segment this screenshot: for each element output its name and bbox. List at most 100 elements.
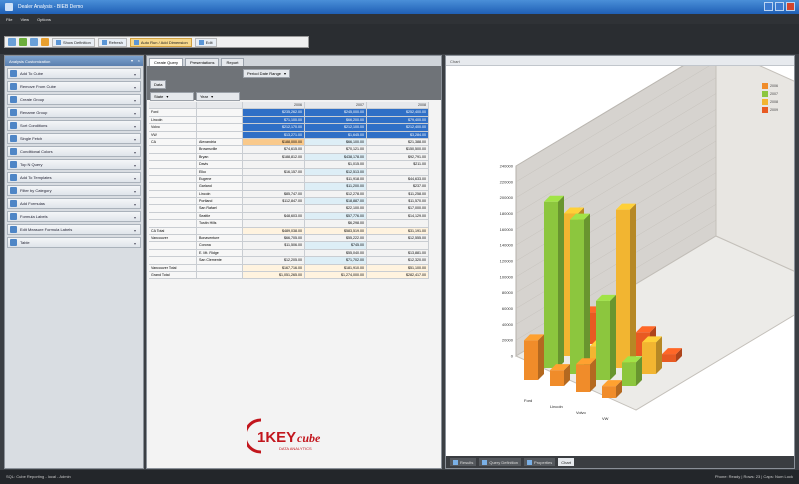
row-subheader[interactable]: Garland <box>197 183 243 191</box>
table-cell[interactable]: $71,100.00 <box>243 116 305 125</box>
table-cell[interactable]: $1,015.00 <box>305 161 367 169</box>
table-cell[interactable]: $21,388.00 <box>367 138 429 147</box>
column-header[interactable]: 2007 <box>305 102 367 110</box>
expand-icon[interactable]: ▾ <box>134 150 136 155</box>
table-cell[interactable]: $3,284.00 <box>367 131 429 139</box>
add-dimension-button[interactable]: Auto Run / Add Dimension <box>129 37 192 47</box>
table-cell[interactable]: $11,200.00 <box>305 183 367 191</box>
row-header[interactable] <box>149 190 197 199</box>
sidebar-item[interactable]: Top N Query ▾ <box>7 159 141 170</box>
edit-button[interactable]: Edit <box>194 37 217 47</box>
sidebar-item[interactable]: Sort Conditions ▾ <box>7 120 141 131</box>
table-cell[interactable]: $188,000.00 <box>243 138 305 147</box>
table-cell[interactable]: $11,918.00 <box>305 175 367 184</box>
expand-icon[interactable]: ▾ <box>134 176 136 181</box>
sidebar-item[interactable]: Single Fetch ▾ <box>7 133 141 144</box>
expand-icon[interactable]: ▾ <box>134 111 136 116</box>
expand-icon[interactable]: ▾ <box>134 228 136 233</box>
year-filter[interactable]: Year ▾ <box>196 92 240 101</box>
row-header[interactable] <box>149 153 197 162</box>
row-header[interactable]: Volvo <box>149 124 197 132</box>
tab-chart[interactable]: Chart <box>558 458 575 466</box>
row-header[interactable]: Grand Total <box>149 271 197 280</box>
table-cell[interactable]: $22,100.00 <box>305 205 367 213</box>
row-subheader[interactable]: Tustin Hills <box>197 220 243 228</box>
new-icon[interactable] <box>8 38 16 46</box>
sidebar-item[interactable]: Create Group ▾ <box>7 94 141 105</box>
row-subheader[interactable]: Seattle <box>197 212 243 221</box>
table-cell[interactable] <box>243 161 305 169</box>
row-header[interactable] <box>149 212 197 221</box>
row-header[interactable] <box>149 183 197 191</box>
row-header[interactable] <box>149 161 197 169</box>
maximize-button[interactable] <box>775 2 784 11</box>
table-cell[interactable]: $85,747.00 <box>243 190 305 199</box>
row-subheader[interactable] <box>197 264 243 272</box>
sidebar-item[interactable]: Rename Group ▾ <box>7 107 141 118</box>
sidebar-item[interactable]: Remove From Cube ▾ <box>7 81 141 92</box>
table-cell[interactable]: $14,129.00 <box>367 212 429 221</box>
table-cell[interactable]: $11,506.00 <box>243 242 305 250</box>
row-header[interactable] <box>149 146 197 154</box>
table-cell[interactable]: $66,200.00 <box>305 116 367 125</box>
row-header[interactable]: VW <box>149 131 197 139</box>
table-cell[interactable]: $212,400.00 <box>367 124 429 132</box>
row-subheader[interactable] <box>197 124 243 132</box>
row-subheader[interactable]: Brownsville <box>197 146 243 154</box>
close-icon[interactable]: × <box>138 58 140 63</box>
table-cell[interactable] <box>243 205 305 213</box>
tab-create-query[interactable]: Create Query <box>149 58 184 66</box>
table-cell[interactable]: $12,278.00 <box>305 190 367 199</box>
table-cell[interactable]: $150,500.00 <box>367 146 429 154</box>
table-cell[interactable]: $1,274,000.00 <box>305 271 367 280</box>
table-cell[interactable]: $282,417.00 <box>367 271 429 280</box>
table-cell[interactable]: $212,170.00 <box>243 124 305 132</box>
table-cell[interactable]: $12,513.00 <box>305 168 367 176</box>
sidebar-item[interactable]: Edit Measure Formula Labels ▾ <box>7 224 141 235</box>
table-cell[interactable]: $167,716.00 <box>243 264 305 272</box>
sidebar-item[interactable]: Conditional Colors ▾ <box>7 146 141 157</box>
table-cell[interactable]: $12,205.00 <box>243 257 305 265</box>
row-header[interactable]: Lincoln <box>149 116 197 125</box>
row-header[interactable] <box>149 205 197 213</box>
table-cell[interactable]: $12,555.00 <box>367 235 429 243</box>
row-subheader[interactable]: Portland <box>197 198 243 206</box>
table-cell[interactable]: $112,847.00 <box>243 198 305 206</box>
pin-icon[interactable]: ▾ <box>131 58 133 63</box>
table-cell[interactable]: $489,038.00 <box>243 227 305 236</box>
table-cell[interactable]: $6,298.00 <box>305 220 367 228</box>
table-cell[interactable]: $11,258.00 <box>367 190 429 199</box>
period-filter[interactable]: Period Date Range ▾ <box>243 69 291 78</box>
table-cell[interactable]: $48,603.00 <box>243 212 305 221</box>
table-cell[interactable]: $13,271.00 <box>243 131 305 139</box>
row-header[interactable] <box>149 168 197 176</box>
row-header[interactable]: CA <box>149 138 197 147</box>
row-header[interactable] <box>149 249 197 258</box>
tab-properties[interactable]: Properties <box>524 458 556 466</box>
expand-icon[interactable]: ▾ <box>134 72 136 77</box>
table-cell[interactable]: $16,157.00 <box>243 168 305 176</box>
open-icon[interactable] <box>19 38 27 46</box>
expand-icon[interactable]: ▾ <box>134 137 136 142</box>
data-filter[interactable]: Data <box>150 80 167 89</box>
row-subheader[interactable]: San Rafael <box>197 205 243 213</box>
table-cell[interactable]: $1,051,265.00 <box>243 271 305 280</box>
sidebar-item[interactable]: Add To Cube ▾ <box>7 68 141 79</box>
table-cell[interactable]: $212,100.00 <box>305 124 367 132</box>
menu-file[interactable]: File <box>6 17 12 22</box>
expand-icon[interactable]: ▾ <box>134 189 136 194</box>
table-cell[interactable]: $18,887.00 <box>305 198 367 206</box>
expand-icon[interactable]: ▾ <box>134 98 136 103</box>
table-cell[interactable]: $92,791.00 <box>367 153 429 162</box>
row-header[interactable] <box>149 242 197 250</box>
row-subheader[interactable]: Davis <box>197 161 243 169</box>
row-header[interactable] <box>149 175 197 184</box>
table-cell[interactable]: $181,910.00 <box>305 264 367 272</box>
row-subheader[interactable]: Lincoln <box>197 190 243 199</box>
sidebar-item[interactable]: Add To Templates ▾ <box>7 172 141 183</box>
table-cell[interactable]: $51,100.00 <box>367 264 429 272</box>
table-cell[interactable] <box>243 220 305 228</box>
row-subheader[interactable] <box>197 131 243 139</box>
save-icon[interactable] <box>30 38 38 46</box>
table-cell[interactable] <box>243 249 305 258</box>
